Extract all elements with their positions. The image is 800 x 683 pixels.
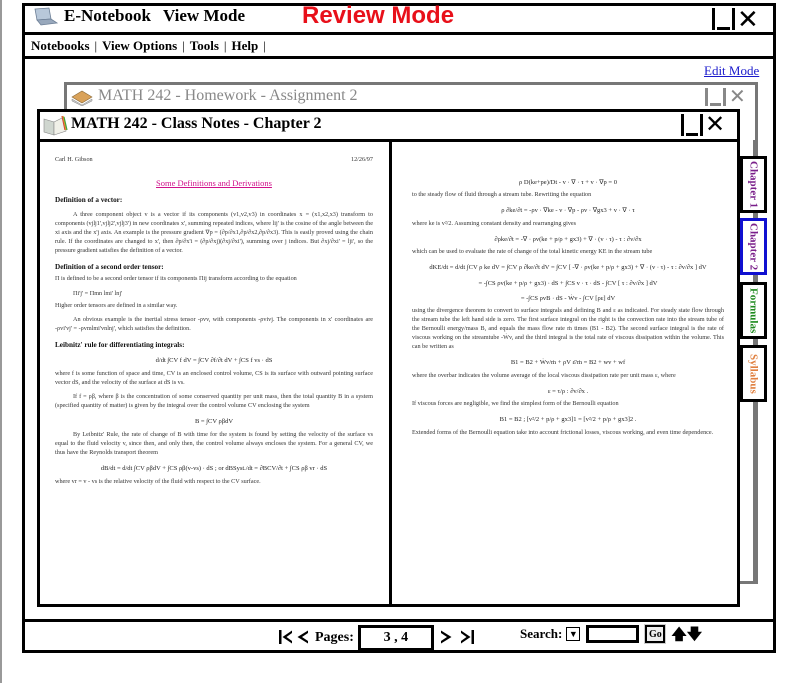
next-page-button[interactable] (440, 629, 453, 648)
paragraph: By Leibnitz' Rule, the rate of change of… (55, 431, 373, 457)
minimize-button[interactable] (712, 8, 735, 30)
section-heading: Definition of a second order tensor: (55, 262, 164, 271)
left-page: Carl H. Gibson 12/26/97 Some Definitions… (55, 156, 373, 601)
menu-view-options[interactable]: View Options (102, 38, 177, 53)
paragraph: Higher order tensors are defined in a si… (55, 302, 178, 310)
app-title: E-Notebook (64, 6, 151, 25)
minimize-icon (705, 88, 708, 106)
equation: B1 = B2 ; [v²/2 + p/ρ + gx3]1 = [v²/2 + … (499, 416, 637, 424)
search-options-dropdown[interactable]: ▼ (566, 627, 581, 641)
minimize-icon (712, 8, 715, 30)
tab-formulas[interactable]: Formulas (740, 282, 767, 339)
tab-chapter-2[interactable]: Chapter 2 (740, 218, 767, 275)
menu-tools[interactable]: Tools (190, 38, 219, 53)
arrow-up-icon: 🡅 (671, 624, 687, 643)
notes-window-controls: ✕ (681, 113, 725, 137)
paragraph: Πi'j' = Πmn lmi' lnj' (73, 290, 123, 298)
pages-field[interactable]: 3 , 4 (357, 625, 434, 651)
laptop-icon (32, 7, 59, 27)
equation: B1 = B2 + Ẇv/ṁ + ρV ε̄/ṁ = B2 + wv + wf (510, 359, 626, 367)
equation: dB/dt = d/dt ∫CV ρβdV + ∫CS ρβ(v-vs) · d… (100, 465, 328, 473)
menu-help[interactable]: Help (232, 38, 259, 53)
pages-label: Pages: (315, 630, 354, 645)
paragraph: where f is some function of space and ti… (55, 369, 373, 386)
paragraph: An obvious example is the inertial stres… (55, 316, 373, 333)
homework-minimize-button[interactable] (705, 88, 726, 106)
last-page-button[interactable] (459, 629, 475, 648)
equation: ρ ∂ke/∂t = -ρv · ∇ke - v · ∇p - ρv · ∇gx… (501, 207, 635, 215)
paragraph: which can be used to evaluate the rate o… (412, 248, 653, 256)
app-window-controls: ✕ (712, 6, 759, 32)
search-down-button[interactable]: 🡇 (686, 624, 703, 643)
paragraph: to the steady flow of fluid through a st… (412, 191, 592, 199)
tab-label: Chapter 1 (747, 160, 760, 209)
close-icon: ✕ (705, 111, 726, 138)
section-heading: Leibnitz' rule for differentiating integ… (55, 341, 185, 350)
date: 12/26/97 (350, 156, 373, 163)
books-icon (70, 88, 94, 107)
section-heading: Definition of a vector: (55, 196, 123, 205)
paragraph: Extended forms of the Bernoulli equation… (412, 428, 714, 436)
equation: = -∫CS ρv(ke + p/ρ + gx3) · dS + ∫CS v ·… (478, 279, 658, 287)
minimize-icon (681, 114, 684, 136)
tab-syllabus[interactable]: Syllabus (740, 345, 767, 402)
notes-minimize-button[interactable] (681, 114, 703, 136)
menu-notebooks[interactable]: Notebooks (31, 38, 90, 53)
first-page-button[interactable] (278, 629, 294, 648)
homework-window-title[interactable]: MATH 242 - Homework - Assignment 2 (98, 87, 358, 105)
go-button[interactable]: Go (644, 624, 667, 644)
homework-window-controls: ✕ (705, 87, 746, 107)
paragraph: where the overbar indicates the volume a… (412, 371, 676, 379)
tab-label: Formulas (747, 287, 760, 334)
search-label: Search: (520, 626, 563, 641)
paragraph: If viscous forces are negligible, we fin… (412, 400, 619, 408)
prev-page-button[interactable] (296, 629, 309, 648)
homework-close-button[interactable]: ✕ (729, 87, 746, 107)
equation: d/dt ∫CV f dV = ∫CV ∂f/∂t dV + ∫CS f vs … (155, 357, 273, 365)
screen-edge (0, 0, 2, 683)
document-title: Some Definitions and Derivations (156, 177, 272, 188)
review-mode-banner: Review Mode (302, 2, 455, 29)
paragraph: where ke is v²/2. Assuming constant dens… (412, 219, 577, 227)
author: Carl H. Gibson (55, 156, 93, 163)
view-mode-label: View Mode (163, 6, 245, 25)
page-navigator: Pages: 3 , 4 (278, 625, 475, 651)
right-page: ρ D(ke+pe)/Dt - v · ∇ · τ + v · ∇p = 0 to… (412, 172, 724, 602)
equation: ε = τ/ρ : ∂v/∂x . (547, 387, 589, 395)
equation: ρ D(ke+pe)/Dt - v · ∇ · τ + v · ∇p = 0 (519, 179, 617, 186)
search-input[interactable] (586, 625, 640, 643)
notes-close-button[interactable]: ✕ (705, 113, 725, 137)
open-notebook-icon (42, 113, 68, 137)
edit-mode-link[interactable]: Edit Mode (704, 63, 759, 79)
paragraph: A three component object v is a vector i… (55, 210, 373, 254)
paragraph: where vr = v - vs is the relative veloci… (55, 477, 261, 485)
equation: dKE/dt = d/dt ∫CV ρ ke dV = ∫CV ρ ∂ke/∂t… (429, 264, 707, 272)
paragraph: Π is defined to be a second order tensor… (55, 275, 297, 283)
first-page-icon (279, 629, 292, 644)
tab-chapter-1[interactable]: Chapter 1 (740, 156, 767, 213)
paragraph: using the divergence theorem to convert … (412, 307, 724, 351)
tab-label: Syllabus (747, 353, 760, 394)
equation: B = ∫CV ρβdV (194, 417, 234, 425)
equation: = -∫CS ρvB · dS - Ẇv - ∫CV [ρε] dV (520, 295, 616, 303)
last-page-icon (460, 629, 474, 644)
close-icon: ✕ (729, 86, 746, 108)
class-notes-title: MATH 242 - Class Notes - Chapter 2 (71, 115, 322, 132)
paragraph: If f = ρβ, where β is the concentration … (55, 392, 373, 409)
next-page-icon (440, 630, 452, 643)
tab-label: Chapter 2 (747, 222, 760, 271)
close-icon: ✕ (737, 4, 759, 34)
search-up-button[interactable]: 🡅 (671, 624, 687, 643)
chevron-down-icon: ▼ (568, 629, 578, 639)
prev-page-icon (297, 630, 308, 643)
arrow-down-icon: 🡇 (686, 624, 703, 643)
menu: Notebooks | View Options | Tools | Help | (31, 38, 266, 53)
search-bar: Search: ▼ Go 🡅 🡇 (520, 624, 703, 644)
close-button[interactable]: ✕ (737, 6, 759, 32)
equation: ∂ρke/∂t = -∇ · ρv(ke + p/ρ + gx3) + ∇ · … (494, 235, 642, 243)
page-divider (389, 140, 392, 607)
